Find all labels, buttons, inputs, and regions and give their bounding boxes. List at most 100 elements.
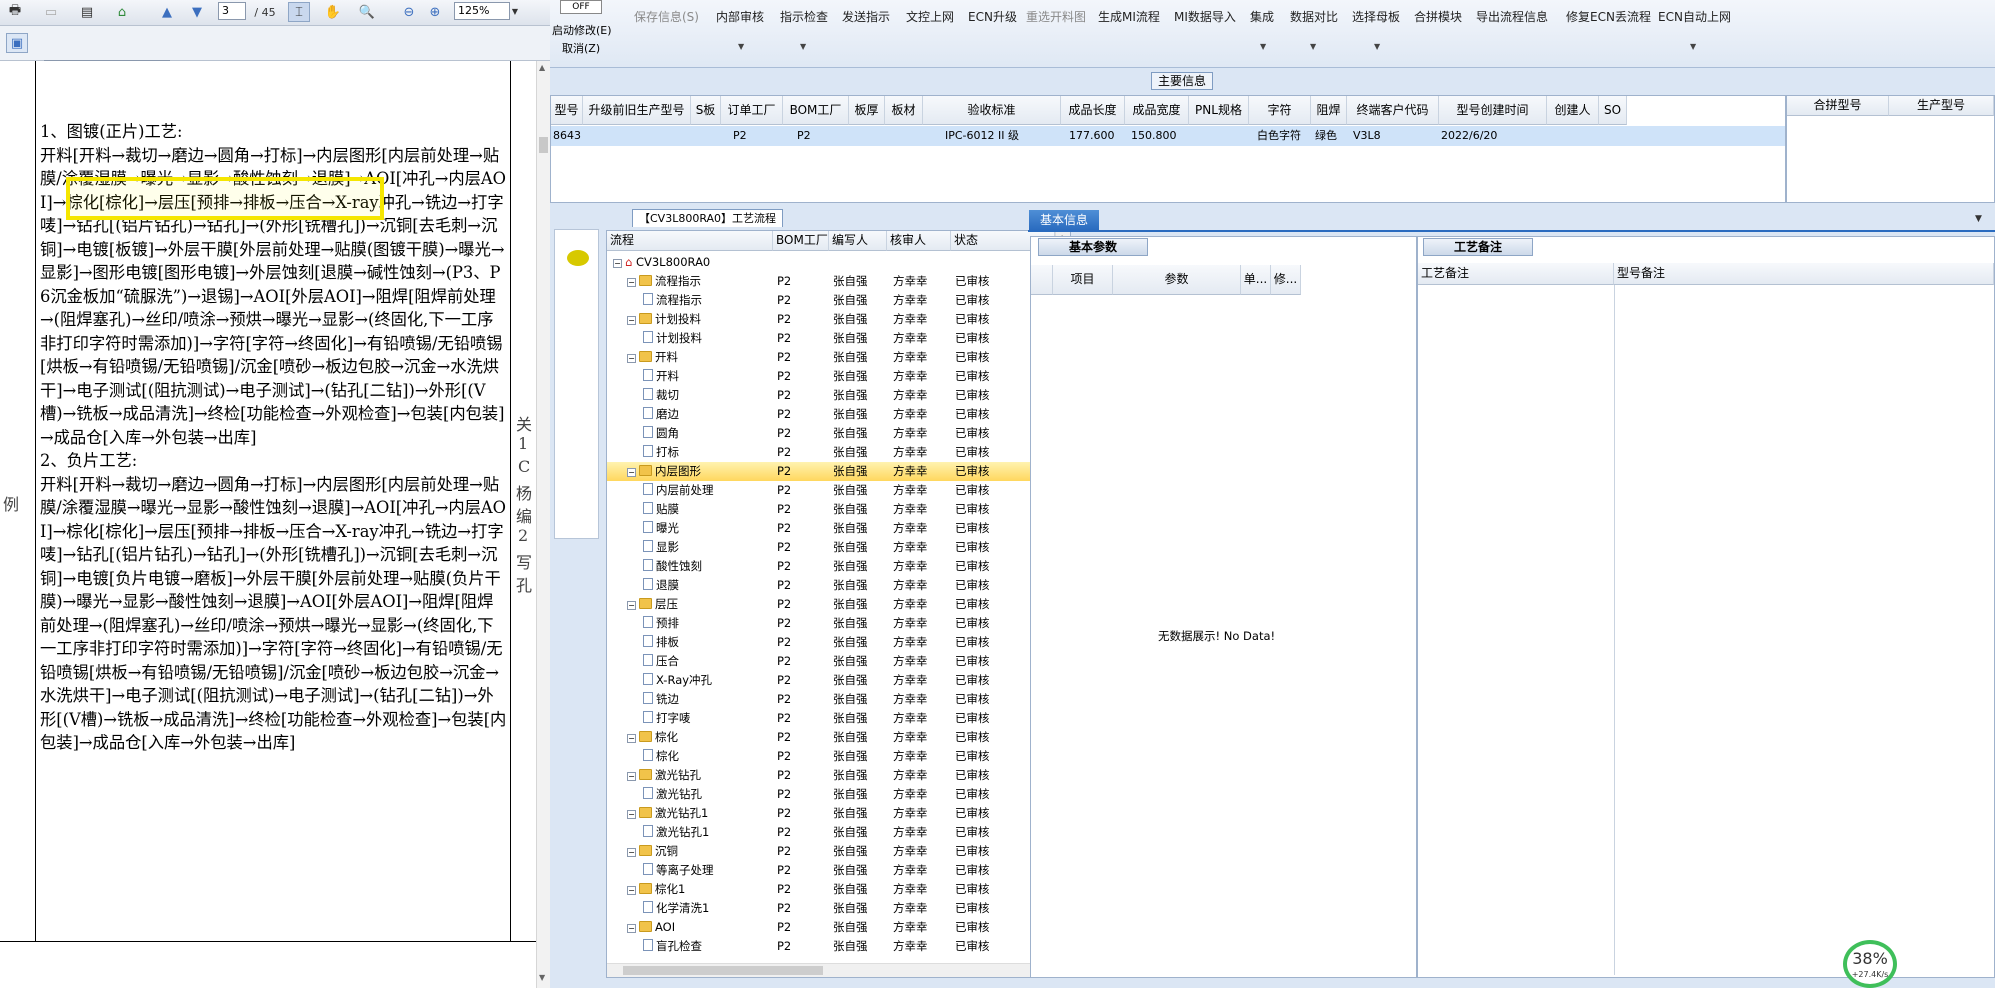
tree-row[interactable]: − 棕化1 P2 张自强 方幸幸 已审核 [607, 880, 1055, 899]
col-header[interactable]: 核审人 [887, 231, 951, 251]
mi-data-import-button[interactable]: MI数据导入 [1174, 8, 1236, 25]
col-header[interactable]: SO [1599, 96, 1627, 125]
tree-row[interactable]: − AOI P2 张自强 方幸幸 已审核 [607, 918, 1055, 937]
tree-row[interactable]: 圆角 P2 张自强 方幸幸 已审核 [607, 424, 1055, 443]
collapse-icon[interactable]: − [627, 924, 636, 933]
tree-row[interactable]: − 激光钻孔1 P2 张自强 方幸幸 已审核 [607, 804, 1055, 823]
tree-row[interactable]: 显影 P2 张自强 方幸幸 已审核 [607, 538, 1055, 557]
chevron-down-icon[interactable]: ▼ [1260, 42, 1266, 51]
ecn-auto-upload-button[interactable]: ECN自动上网 [1658, 8, 1731, 25]
collapse-icon[interactable]: − [627, 848, 636, 857]
tree-row[interactable]: 盲孔检查 P2 张自强 方幸幸 已审核 [607, 937, 1055, 956]
tree-row[interactable]: 化学清洗1 P2 张自强 方幸幸 已审核 [607, 899, 1055, 918]
flow-tab[interactable]: 【CV3L800RA0】工艺流程 [632, 209, 784, 227]
chevron-down-icon[interactable]: ▼ [1374, 42, 1380, 51]
save-icon[interactable]: ▭ [40, 2, 62, 22]
instruction-check-button[interactable]: 指示检查 [780, 8, 828, 25]
fit-page-icon[interactable]: ▣ [6, 33, 28, 53]
col-header[interactable]: 板材 [885, 96, 923, 125]
chevron-down-icon[interactable]: ▼ [510, 4, 520, 18]
internal-review-button[interactable]: 内部审核 [716, 8, 764, 25]
repair-ecn-flow-button[interactable]: 修复ECN丢流程 [1566, 8, 1651, 25]
tree-row[interactable]: 酸性蚀刻 P2 张自强 方幸幸 已审核 [607, 557, 1055, 576]
col-header[interactable]: 型号创建时间 [1439, 96, 1547, 125]
col-header[interactable]: 流程 [607, 231, 773, 251]
tab-basic-params[interactable]: 基本参数 [1038, 238, 1148, 256]
col-header[interactable]: 板厚 [849, 96, 885, 125]
tree-root[interactable]: − ⌂ CV3L800RA0 [607, 253, 1055, 272]
send-instruction-button[interactable]: 发送指示 [842, 8, 890, 25]
comment-icon[interactable] [567, 250, 589, 266]
tree-row[interactable]: 铣边 P2 张自强 方幸幸 已审核 [607, 690, 1055, 709]
col-header[interactable]: 阻焊 [1311, 96, 1347, 125]
chevron-down-icon[interactable]: ▼ [738, 42, 744, 51]
col-header[interactable]: 编写人 [829, 231, 887, 251]
collapse-icon[interactable]: − [627, 468, 636, 477]
panel-dropdown-icon[interactable]: ▼ [1975, 214, 1982, 224]
tree-row[interactable]: 打标 P2 张自强 方幸幸 已审核 [607, 443, 1055, 462]
chevron-down-icon[interactable]: ▼ [800, 42, 806, 51]
col-header[interactable]: 型号备注 [1614, 263, 1994, 285]
document-icon[interactable]: ▤ [76, 2, 98, 22]
zoom-tool-icon[interactable]: 🔍 [356, 2, 378, 22]
tree-row[interactable]: 打字唛 P2 张自强 方幸幸 已审核 [607, 709, 1055, 728]
tree-row[interactable]: − 内层图形 P2 张自强 方幸幸 已审核 [607, 462, 1055, 481]
chevron-down-icon[interactable]: ▼ [1310, 42, 1316, 51]
tree-row[interactable]: 棕化 P2 张自强 方幸幸 已审核 [607, 747, 1055, 766]
select-motherboard-button[interactable]: 选择母板 [1352, 8, 1400, 25]
network-speed-widget[interactable]: 38% +27.4K/s [1843, 940, 1897, 988]
collapse-icon[interactable]: − [627, 601, 636, 610]
col-header[interactable]: 型号 [551, 96, 583, 125]
col-header[interactable]: 工艺备注 [1418, 263, 1614, 285]
save-info-button[interactable]: 保存信息(S) [634, 8, 699, 25]
collapse-icon[interactable]: − [627, 354, 636, 363]
print-icon[interactable]: 🖶 [4, 2, 26, 22]
page-down-icon[interactable]: ▼ [186, 2, 208, 22]
col-header[interactable]: BOM工厂 [783, 96, 849, 125]
ecn-upgrade-button[interactable]: ECN升级 [968, 8, 1017, 25]
home-icon[interactable]: ⌂ [110, 2, 134, 22]
col-header[interactable]: 合拼型号 [1787, 96, 1889, 116]
tree-row[interactable]: 曝光 P2 张自强 方幸幸 已审核 [607, 519, 1055, 538]
col-header[interactable]: PNL规格 [1189, 96, 1249, 125]
zoom-select[interactable]: 125% [454, 2, 510, 20]
hand-tool-icon[interactable]: ✋ [322, 2, 344, 22]
flow-horizontal-scrollbar[interactable] [607, 963, 1055, 977]
col-header[interactable]: 升级前旧生产型号 [583, 96, 691, 125]
tree-row[interactable]: X-Ray冲孔 P2 张自强 方幸幸 已审核 [607, 671, 1055, 690]
chevron-down-icon[interactable]: ▼ [1690, 42, 1696, 51]
tree-row[interactable]: − 计划投料 P2 张自强 方幸幸 已审核 [607, 310, 1055, 329]
tree-row[interactable]: 贴膜 P2 张自强 方幸幸 已审核 [607, 500, 1055, 519]
scroll-thumb[interactable] [623, 966, 823, 975]
scroll-down-icon[interactable]: ▼ [539, 973, 545, 982]
tree-row[interactable]: 计划投料 P2 张自强 方幸幸 已审核 [607, 329, 1055, 348]
col-header[interactable]: 成品宽度 [1125, 96, 1189, 125]
tree-row[interactable]: 激光钻孔1 P2 张自强 方幸幸 已审核 [607, 823, 1055, 842]
collapse-icon[interactable]: − [627, 316, 636, 325]
tree-row[interactable]: 压合 P2 张自强 方幸幸 已审核 [607, 652, 1055, 671]
tab-basic-info[interactable]: 基本信息 [1029, 210, 1099, 230]
tree-row[interactable]: 退膜 P2 张自强 方幸幸 已审核 [607, 576, 1055, 595]
pdf-scrollbar[interactable]: ▲ ▼ [536, 61, 550, 988]
tree-row[interactable]: 流程指示 P2 张自强 方幸幸 已审核 [607, 291, 1055, 310]
scroll-thumb[interactable] [539, 137, 548, 153]
col-header[interactable]: 单... [1241, 265, 1271, 295]
integrate-button[interactable]: 集成 [1250, 8, 1274, 25]
page-up-icon[interactable]: ▲ [156, 2, 178, 22]
collapse-icon[interactable]: − [627, 278, 636, 287]
col-header[interactable]: 字符 [1249, 96, 1311, 125]
scroll-up-icon[interactable]: ▲ [539, 63, 545, 72]
collapse-icon[interactable]: − [627, 734, 636, 743]
tree-row[interactable]: − 流程指示 P2 张自强 方幸幸 已审核 [607, 272, 1055, 291]
off-toggle[interactable]: OFF [560, 0, 602, 14]
tree-row[interactable]: − 棕化 P2 张自强 方幸幸 已审核 [607, 728, 1055, 747]
col-header[interactable]: 终端客户代码 [1347, 96, 1439, 125]
doc-control-upload-button[interactable]: 文控上网 [906, 8, 954, 25]
tree-row[interactable]: − 开料 P2 张自强 方幸幸 已审核 [607, 348, 1055, 367]
tree-row[interactable]: − 沉铜 P2 张自强 方幸幸 已审核 [607, 842, 1055, 861]
page-number-input[interactable]: 3 [218, 2, 246, 20]
col-header[interactable]: 生产型号 [1889, 96, 1994, 116]
col-header[interactable]: 订单工厂 [721, 96, 783, 125]
tree-row[interactable]: 内层前处理 P2 张自强 方幸幸 已审核 [607, 481, 1055, 500]
reselect-cut-chart-button[interactable]: 重选开料图 [1026, 8, 1086, 25]
